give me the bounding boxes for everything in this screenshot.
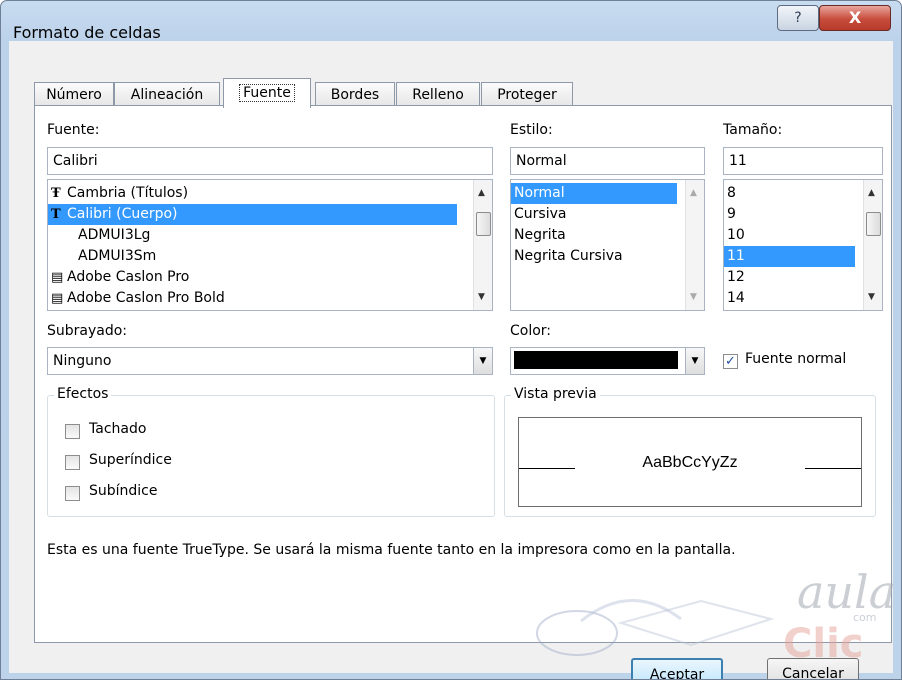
size-input[interactable]: 11 [723, 147, 883, 175]
scroll-down-icon[interactable]: ▼ [868, 292, 875, 302]
tab-fuente[interactable]: Fuente [223, 78, 311, 108]
tab-numero[interactable]: Número [34, 82, 114, 107]
size-list-item[interactable]: 8 [724, 183, 882, 204]
subscript-label: Subíndice [89, 483, 158, 499]
normal-font-label: Fuente normal [745, 351, 847, 367]
style-input[interactable]: Normal [510, 147, 705, 175]
opentype-icon: ▤ [51, 291, 64, 306]
ok-button[interactable]: Aceptar [631, 658, 723, 679]
size-list-item-selected[interactable]: 11 [724, 246, 855, 267]
tab-relleno[interactable]: Relleno [396, 82, 480, 107]
close-button[interactable]: X [819, 5, 891, 31]
underline-select[interactable]: Ninguno ▼ [47, 347, 493, 375]
truetype-icon: Ŧ [51, 186, 61, 201]
tab-proteger[interactable]: Proteger [481, 82, 573, 107]
size-list-item[interactable]: 9 [724, 204, 882, 225]
font-name-input[interactable]: Calibri [47, 147, 493, 175]
effects-title: Efectos [54, 386, 112, 402]
size-list-item[interactable]: 14 [724, 288, 882, 309]
opentype-icon: ▤ [51, 270, 64, 285]
font-list-item[interactable]: ADMUI3Sm [48, 246, 492, 267]
normal-font-checkbox[interactable]: ✓ [723, 354, 738, 369]
color-select[interactable]: ▼ [510, 347, 705, 375]
color-label: Color: [510, 323, 552, 339]
color-swatch [514, 351, 678, 369]
dialog-title: Formato de celdas [13, 23, 161, 42]
style-list-item[interactable]: Cursiva [511, 204, 704, 225]
strikethrough-checkbox[interactable] [65, 424, 80, 439]
font-list[interactable]: Ŧ Cambria (Títulos) T Calibri (Cuerpo) ADM… [47, 179, 493, 311]
preview-box: AaBbCcYyZz [518, 417, 862, 507]
font-list-item-selected[interactable]: T Calibri (Cuerpo) [48, 204, 457, 225]
help-button[interactable]: ? [777, 5, 819, 31]
scroll-down-icon[interactable]: ▼ [478, 292, 485, 302]
font-list-item[interactable]: ▤ Adobe Caslon Pro [48, 267, 492, 288]
underline-value: Ninguno [53, 353, 112, 369]
tab-fuente-label: Fuente [239, 84, 295, 102]
scroll-thumb[interactable] [866, 212, 881, 236]
tab-bordes[interactable]: Bordes [315, 82, 395, 107]
size-list-item[interactable]: 12 [724, 267, 882, 288]
truetype-info-text: Esta es una fuente TrueType. Se usará la… [47, 542, 736, 558]
tab-alineacion[interactable]: Alineación [114, 82, 220, 107]
size-list-item[interactable]: 10 [724, 225, 882, 246]
truetype-icon: T [51, 207, 61, 222]
font-list-item[interactable]: ▤ Adobe Caslon Pro Bold [48, 288, 492, 309]
style-list-item[interactable]: Negrita [511, 225, 704, 246]
style-list[interactable]: Normal Cursiva Negrita Negrita Cursiva ▲… [510, 179, 705, 311]
size-label: Tamaño: [723, 122, 783, 138]
preview-sample: AaBbCcYyZz [642, 454, 738, 471]
chevron-down-icon[interactable]: ▼ [473, 348, 492, 374]
style-list-scrollbar[interactable]: ▲ ▼ [685, 180, 704, 310]
subscript-checkbox[interactable] [65, 486, 80, 501]
scroll-down-icon[interactable]: ▼ [690, 292, 697, 302]
scroll-up-icon[interactable]: ▲ [478, 188, 485, 198]
size-list-scrollbar[interactable]: ▲ ▼ [863, 180, 882, 310]
superscript-checkbox[interactable] [65, 455, 80, 470]
font-list-scrollbar[interactable]: ▲ ▼ [473, 180, 492, 310]
style-label: Estilo: [510, 122, 553, 138]
font-list-item[interactable]: ADMUI3Lg [48, 225, 492, 246]
dialog-body: Número Alineación Fuente Bordes Relleno … [9, 41, 893, 679]
cancel-button[interactable]: Cancelar [767, 658, 859, 679]
font-list-item[interactable]: Ŧ Cambria (Títulos) [48, 183, 492, 204]
scroll-up-icon[interactable]: ▲ [868, 188, 875, 198]
style-list-item-selected[interactable]: Normal [511, 183, 677, 204]
style-list-item[interactable]: Negrita Cursiva [511, 246, 704, 267]
format-cells-dialog: Formato de celdas ? X Número Alineación … [0, 0, 902, 680]
underline-label: Subrayado: [47, 323, 128, 339]
chevron-down-icon[interactable]: ▼ [685, 348, 704, 374]
superscript-label: Superíndice [89, 452, 172, 468]
font-label: Fuente: [47, 122, 100, 138]
preview-title: Vista previa [511, 386, 600, 402]
scroll-thumb[interactable] [476, 212, 491, 236]
size-list[interactable]: 8 9 10 11 12 14 ▲ ▼ [723, 179, 883, 311]
strikethrough-label: Tachado [89, 421, 147, 437]
scroll-up-icon[interactable]: ▲ [690, 188, 697, 198]
